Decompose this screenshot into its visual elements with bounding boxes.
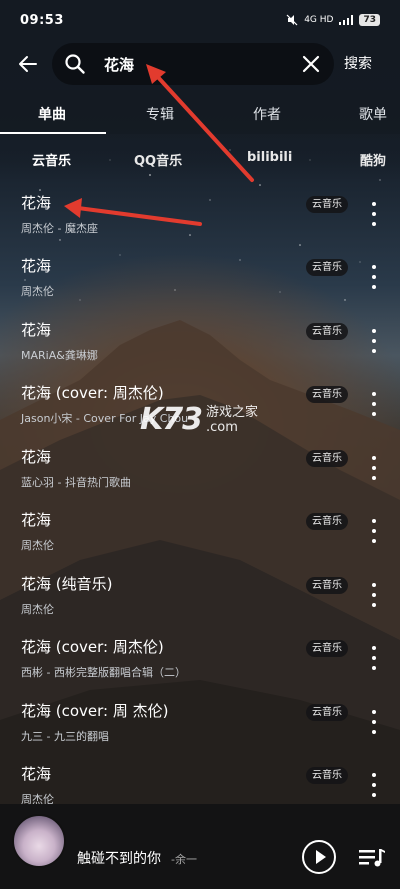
song-title: 花海 bbox=[21, 194, 52, 212]
source-selector: 云音乐 QQ音乐 bilibili 酷狗 bbox=[0, 140, 400, 178]
song-row[interactable]: 花海 (纯音乐) 周杰伦 云音乐 bbox=[0, 561, 400, 623]
tab-artists[interactable]: 作者 bbox=[253, 104, 281, 124]
close-icon[interactable] bbox=[300, 53, 322, 75]
song-title: 花海 (纯音乐) bbox=[21, 575, 113, 593]
mini-player[interactable]: 触碰不到的你 -余一 bbox=[0, 804, 400, 889]
song-title: 花海 bbox=[21, 511, 52, 529]
watermark-logo: K73 bbox=[140, 402, 203, 437]
watermark-site-name: 游戏之家 bbox=[206, 404, 259, 420]
source-badge: 云音乐 bbox=[306, 259, 348, 276]
k73-watermark: K73 游戏之家 .com bbox=[140, 402, 258, 437]
source-badge: 云音乐 bbox=[306, 640, 348, 657]
source-badge: 云音乐 bbox=[306, 704, 348, 721]
song-title: 花海 bbox=[21, 257, 52, 275]
result-tabs: 单曲 专辑 作者 歌单 bbox=[0, 90, 400, 134]
battery-indicator: 73 bbox=[359, 14, 380, 26]
search-button[interactable]: 搜索 bbox=[344, 53, 372, 73]
playlist-icon[interactable] bbox=[358, 846, 386, 870]
tab-songs[interactable]: 单曲 bbox=[38, 104, 66, 124]
now-playing-title: 触碰不到的你 bbox=[77, 851, 161, 867]
mute-icon bbox=[286, 14, 298, 26]
more-vertical-icon[interactable] bbox=[364, 583, 384, 607]
song-row[interactable]: 花海 (cover: 周 杰伦) 九三 - 九三的翻唱 云音乐 bbox=[0, 688, 400, 750]
song-row[interactable]: 花海 周杰伦 - 魔杰座 云音乐 bbox=[0, 180, 400, 242]
song-row[interactable]: 花海 (cover: 周杰伦) 西彬 - 西彬完整版翻唱合辑（二） 云音乐 bbox=[0, 624, 400, 686]
more-vertical-icon[interactable] bbox=[364, 202, 384, 226]
arrow-left-icon bbox=[19, 56, 37, 72]
more-vertical-icon[interactable] bbox=[364, 265, 384, 289]
now-playing-artist: -余一 bbox=[171, 853, 197, 866]
song-title: 花海 (cover: 周 杰伦) bbox=[21, 702, 169, 720]
status-indicators: 4G HD 73 bbox=[286, 14, 380, 26]
more-vertical-icon[interactable] bbox=[364, 329, 384, 353]
tab-playlists[interactable]: 歌单 bbox=[359, 104, 387, 124]
song-subtitle: 周杰伦 bbox=[21, 603, 54, 616]
search-input[interactable] bbox=[104, 53, 284, 75]
album-cover[interactable] bbox=[12, 814, 66, 868]
source-badge: 云音乐 bbox=[306, 513, 348, 530]
more-vertical-icon[interactable] bbox=[364, 773, 384, 797]
song-row[interactable]: 花海 周杰伦 云音乐 bbox=[0, 497, 400, 559]
more-vertical-icon[interactable] bbox=[364, 646, 384, 670]
source-badge: 云音乐 bbox=[306, 323, 348, 340]
status-time: 09:53 bbox=[20, 12, 64, 28]
source-badge: 云音乐 bbox=[306, 450, 348, 467]
active-tab-indicator bbox=[0, 132, 106, 134]
search-icon bbox=[65, 54, 85, 74]
source-badge: 云音乐 bbox=[306, 577, 348, 594]
song-title: 花海 (cover: 周杰伦) bbox=[21, 638, 164, 656]
song-subtitle: 蓝心羽 - 抖音热门歌曲 bbox=[21, 476, 131, 489]
more-vertical-icon[interactable] bbox=[364, 710, 384, 734]
song-title: 花海 bbox=[21, 321, 52, 339]
source-netease[interactable]: 云音乐 bbox=[32, 150, 71, 169]
song-subtitle: 周杰伦 - 魔杰座 bbox=[21, 222, 98, 235]
song-row[interactable]: 花海 蓝心羽 - 抖音热门歌曲 云音乐 bbox=[0, 434, 400, 496]
watermark-text: 游戏之家 .com bbox=[206, 405, 258, 435]
play-button[interactable] bbox=[302, 840, 336, 874]
more-vertical-icon[interactable] bbox=[364, 519, 384, 543]
status-bar: 09:53 4G HD 73 bbox=[0, 0, 400, 40]
song-title: 花海 (cover: 周杰伦) bbox=[21, 384, 164, 402]
more-vertical-icon[interactable] bbox=[364, 392, 384, 416]
song-title: 花海 bbox=[21, 765, 52, 783]
song-subtitle: 周杰伦 bbox=[21, 539, 54, 552]
source-kugou[interactable]: 酷狗 bbox=[360, 150, 386, 169]
watermark-domain: .com bbox=[206, 419, 238, 435]
tab-albums[interactable]: 专辑 bbox=[146, 104, 174, 124]
song-subtitle: 周杰伦 bbox=[21, 285, 54, 298]
source-badge: 云音乐 bbox=[306, 386, 348, 403]
source-qq[interactable]: QQ音乐 bbox=[134, 150, 182, 169]
source-bilibili[interactable]: bilibili bbox=[247, 150, 292, 165]
search-box[interactable] bbox=[52, 43, 334, 85]
back-button[interactable] bbox=[14, 50, 42, 78]
song-subtitle: 西彬 - 西彬完整版翻唱合辑（二） bbox=[21, 666, 186, 679]
song-subtitle: 九三 - 九三的翻唱 bbox=[21, 730, 109, 743]
play-icon bbox=[316, 850, 326, 864]
song-list: 花海 周杰伦 - 魔杰座 云音乐 花海 周杰伦 云音乐 花海 MARiA&龚琳娜… bbox=[0, 180, 400, 806]
source-badge: 云音乐 bbox=[306, 767, 348, 784]
song-subtitle: MARiA&龚琳娜 bbox=[21, 349, 98, 362]
source-badge: 云音乐 bbox=[306, 196, 348, 213]
song-row[interactable]: 花海 MARiA&龚琳娜 云音乐 bbox=[0, 307, 400, 369]
song-row[interactable]: 花海 周杰伦 云音乐 bbox=[0, 243, 400, 305]
more-vertical-icon[interactable] bbox=[364, 456, 384, 480]
song-title: 花海 bbox=[21, 448, 52, 466]
network-indicator: 4G HD bbox=[304, 15, 334, 25]
signal-icon bbox=[339, 15, 354, 25]
search-header: 搜索 bbox=[0, 40, 400, 88]
